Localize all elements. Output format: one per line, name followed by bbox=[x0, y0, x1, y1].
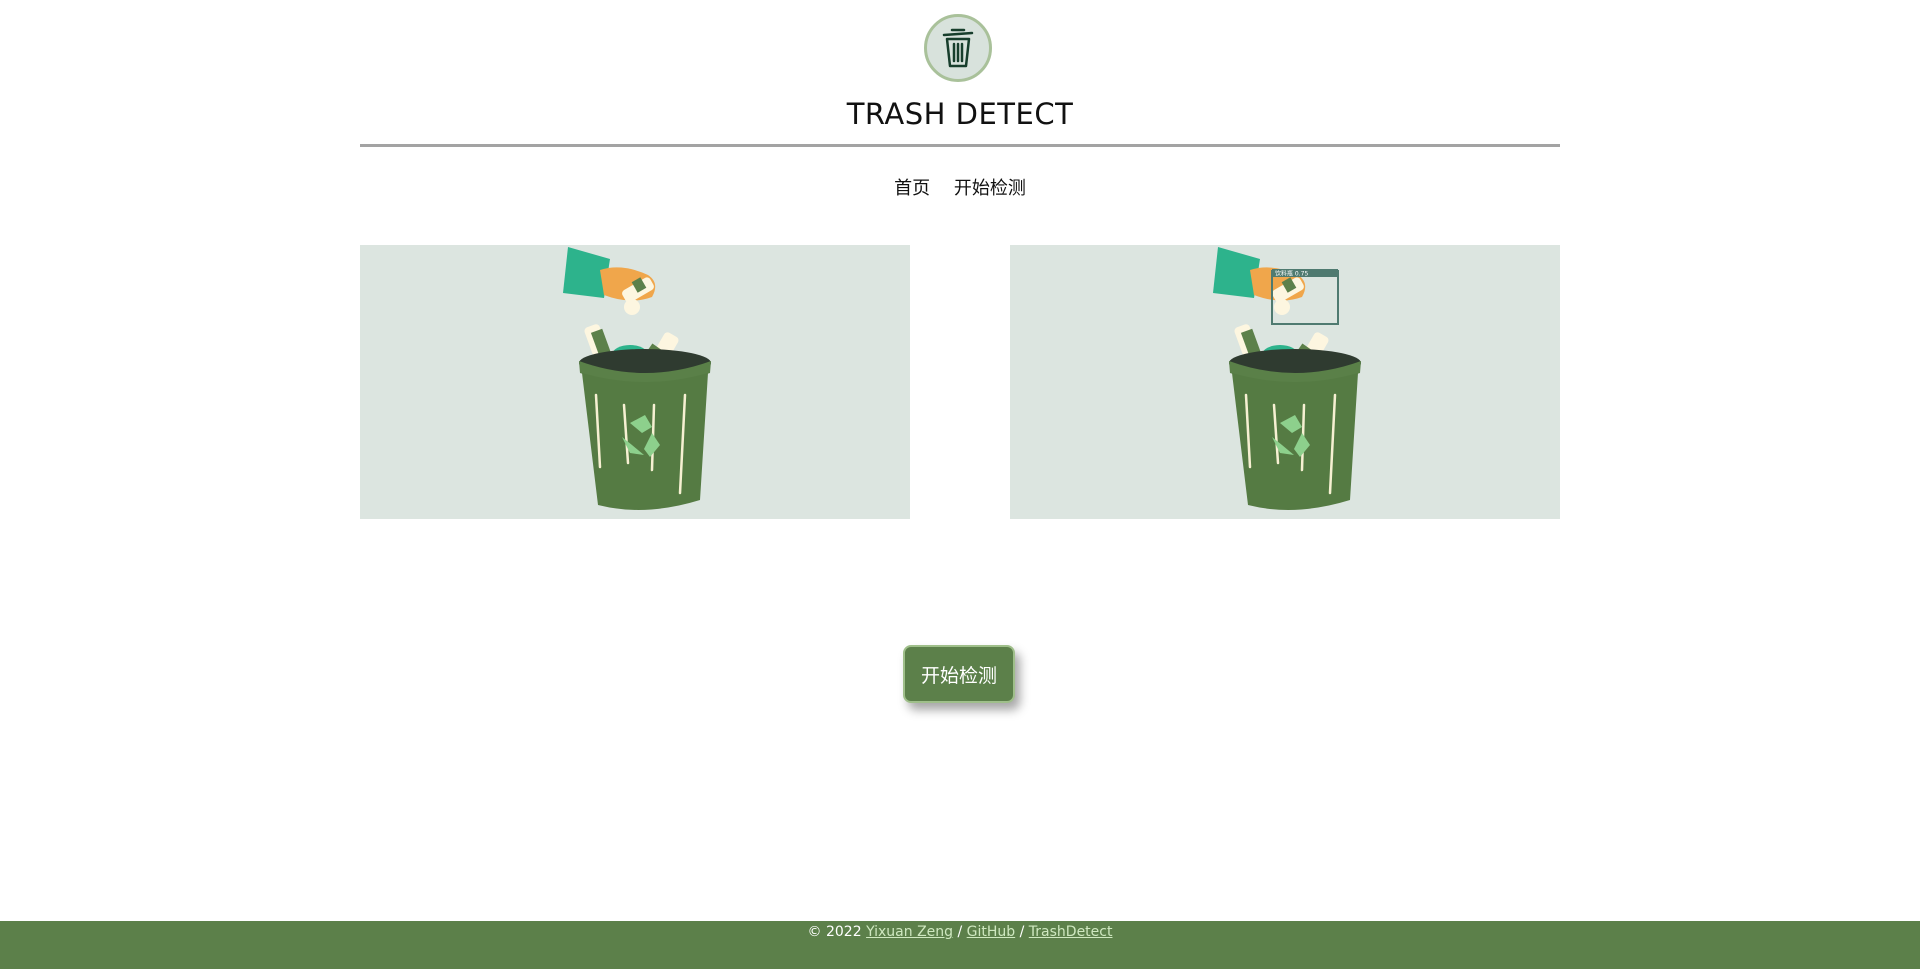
footer-author-link[interactable]: Yixuan Zeng bbox=[866, 924, 953, 940]
footer-copyright: © 2022 bbox=[807, 924, 862, 940]
trash-illustration bbox=[563, 247, 711, 510]
trash-logo-icon bbox=[924, 14, 992, 82]
page: TRASH DETECT 首页 开始检测 饮料瓶 0.75 开始检测 © 202… bbox=[0, 0, 1920, 969]
footer-github-link[interactable]: GitHub bbox=[967, 924, 1016, 940]
site-title: TRASH DETECT bbox=[846, 97, 1074, 131]
nav-item-home[interactable]: 首页 bbox=[894, 178, 930, 199]
footer-separator: / bbox=[957, 924, 963, 940]
main-nav: 首页 开始检测 bbox=[0, 174, 1920, 200]
start-detect-button[interactable]: 开始检测 bbox=[903, 645, 1015, 703]
detection-label: 饮料瓶 0.75 bbox=[1275, 270, 1308, 278]
footer-separator: / bbox=[1019, 924, 1025, 940]
result-image: 饮料瓶 0.75 bbox=[1010, 245, 1560, 519]
trash-illustration-detected: 饮料瓶 0.75 bbox=[1213, 247, 1361, 510]
title-divider bbox=[360, 144, 1560, 147]
footer: © 2022 Yixuan Zeng / GitHub / TrashDetec… bbox=[0, 921, 1920, 969]
footer-repo-link[interactable]: TrashDetect bbox=[1029, 924, 1113, 940]
nav-item-start-detect[interactable]: 开始检测 bbox=[954, 178, 1026, 199]
original-image bbox=[360, 245, 910, 519]
